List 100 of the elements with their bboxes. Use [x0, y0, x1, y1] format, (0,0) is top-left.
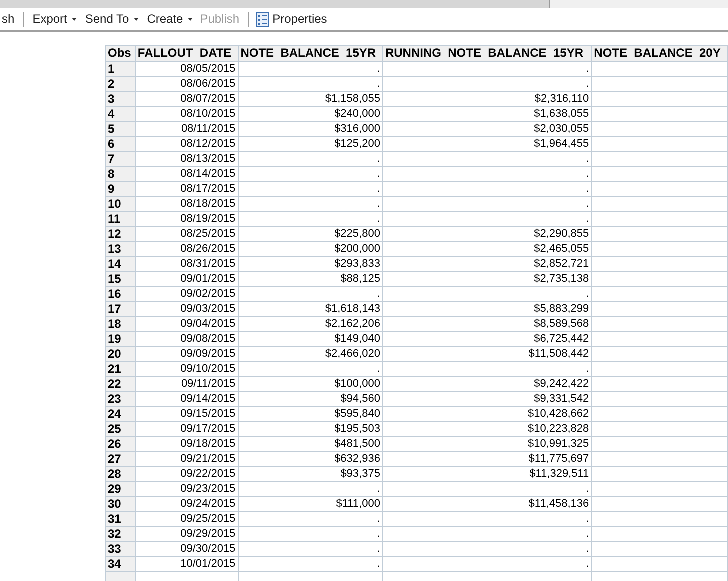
table-cell: 09/24/2015: [135, 496, 238, 512]
table-cell: .: [382, 182, 592, 196]
toolbar-button[interactable]: sh: [0, 10, 18, 28]
table-cell: .: [382, 482, 592, 496]
table-cell: .: [238, 482, 383, 496]
table-cell: 09/15/2015: [135, 406, 238, 422]
row-number: 24: [106, 406, 136, 422]
table-cell: $9,331,542: [382, 392, 592, 406]
table-cell: $10,991,325: [382, 436, 592, 452]
table-cell: 09/10/2015: [135, 362, 238, 376]
table-cell: 09/21/2015: [135, 452, 238, 466]
table-cell: $2,162,206: [238, 316, 383, 332]
table-cell: $125,200: [238, 136, 383, 152]
table-cell: .: [238, 526, 383, 542]
table-cell: $2,735,138: [382, 272, 592, 286]
table-cell: .: [382, 542, 592, 556]
table-cell: $10,428,662: [382, 406, 592, 422]
table-cell: $240,000: [238, 106, 383, 122]
table-cell: 09/01/2015: [135, 272, 238, 286]
row-number: 10: [106, 196, 136, 212]
table-cell: 08/19/2015: [135, 212, 238, 226]
table-cell: 08/07/2015: [135, 92, 238, 106]
table-cell: $1,158,055: [238, 92, 383, 106]
table-cell: 08/25/2015: [135, 226, 238, 242]
table-cell: 09/17/2015: [135, 422, 238, 436]
row-number: 9: [106, 182, 136, 196]
table-cell: $10,223,828: [382, 422, 592, 436]
row-number: 7: [106, 152, 136, 166]
row-number: 23: [106, 392, 136, 406]
column-header: NOTE_BALANCE_20Y: [592, 46, 728, 62]
table-cell: $632,936: [238, 452, 383, 466]
table-cell: 08/17/2015: [135, 182, 238, 196]
table-cell: $195,503: [238, 422, 383, 436]
table-cell: $316,000: [238, 122, 383, 136]
row-number: 15: [106, 272, 136, 286]
table-cell: 08/11/2015: [135, 122, 238, 136]
row-number: 6: [106, 136, 136, 152]
row-number: 27: [106, 452, 136, 466]
table-cell: 09/09/2015: [135, 346, 238, 362]
table-cell: .: [382, 196, 592, 212]
toolbar-button[interactable]: Send To: [81, 10, 144, 28]
table-cell: 08/31/2015: [135, 256, 238, 272]
table-cell: 09/22/2015: [135, 466, 238, 482]
row-number: 29: [106, 482, 136, 496]
table-cell: .: [238, 152, 383, 166]
table-cell: .: [382, 526, 592, 542]
table-cell: $11,775,697: [382, 452, 592, 466]
table-cell: $94,560: [238, 392, 383, 406]
table-cell: .: [382, 212, 592, 226]
table-cell: .: [238, 362, 383, 376]
table-cell: $2,465,055: [382, 242, 592, 256]
table-cell: $11,508,442: [382, 346, 592, 362]
row-number: 12: [106, 226, 136, 242]
table-cell: 08/12/2015: [135, 136, 238, 152]
table-cell: .: [238, 182, 383, 196]
table-cell: .: [382, 166, 592, 182]
caret-icon: [72, 18, 78, 20]
table-cell: .: [238, 166, 383, 182]
table-cell: .: [382, 362, 592, 376]
table-cell: $293,833: [238, 256, 383, 272]
table-cell: $2,852,721: [382, 256, 592, 272]
table-cell: $1,618,143: [238, 302, 383, 316]
row-number: 4: [106, 106, 136, 122]
table-cell: 09/04/2015: [135, 316, 238, 332]
table-cell: $2,466,020: [238, 346, 383, 362]
table-cell: $11,329,511: [382, 466, 592, 482]
row-number: 30: [106, 496, 136, 512]
row-number: 2: [106, 76, 136, 92]
table-cell: 08/18/2015: [135, 196, 238, 212]
row-number: 25: [106, 422, 136, 436]
table-cell: $1,964,455: [382, 136, 592, 152]
table-cell: 09/29/2015: [135, 526, 238, 542]
row-number: 18: [106, 316, 136, 332]
table-cell: 08/13/2015: [135, 152, 238, 166]
toolbar-button[interactable]: Create: [143, 10, 198, 28]
table-cell: $595,840: [238, 406, 383, 422]
table-cell: 09/23/2015: [135, 482, 238, 496]
table-cell: .: [382, 512, 592, 526]
row-number: 16: [106, 286, 136, 302]
table-cell: 09/30/2015: [135, 542, 238, 556]
row-number: 14: [106, 256, 136, 272]
toolbar-button[interactable]: Properties: [254, 10, 330, 28]
row-number: 31: [106, 512, 136, 526]
table-cell: $2,290,855: [382, 226, 592, 242]
table-cell: $5,883,299: [382, 302, 592, 316]
row-number: 13: [106, 242, 136, 256]
row-number: 28: [106, 466, 136, 482]
table-cell: 08/05/2015: [135, 62, 238, 76]
toolbar-button[interactable]: Export: [28, 10, 82, 28]
table-cell: $2,316,110: [382, 92, 592, 106]
row-number: 21: [106, 362, 136, 376]
table-cell: $88,125: [238, 272, 383, 286]
row-number: 11: [106, 212, 136, 226]
caret-icon: [134, 18, 140, 20]
table-cell: $93,375: [238, 466, 383, 482]
table-cell: $11,458,136: [382, 496, 592, 512]
table-cell: $200,000: [238, 242, 383, 256]
table-cell: 09/03/2015: [135, 302, 238, 316]
table-cell: .: [238, 512, 383, 526]
table-cell: .: [238, 212, 383, 226]
